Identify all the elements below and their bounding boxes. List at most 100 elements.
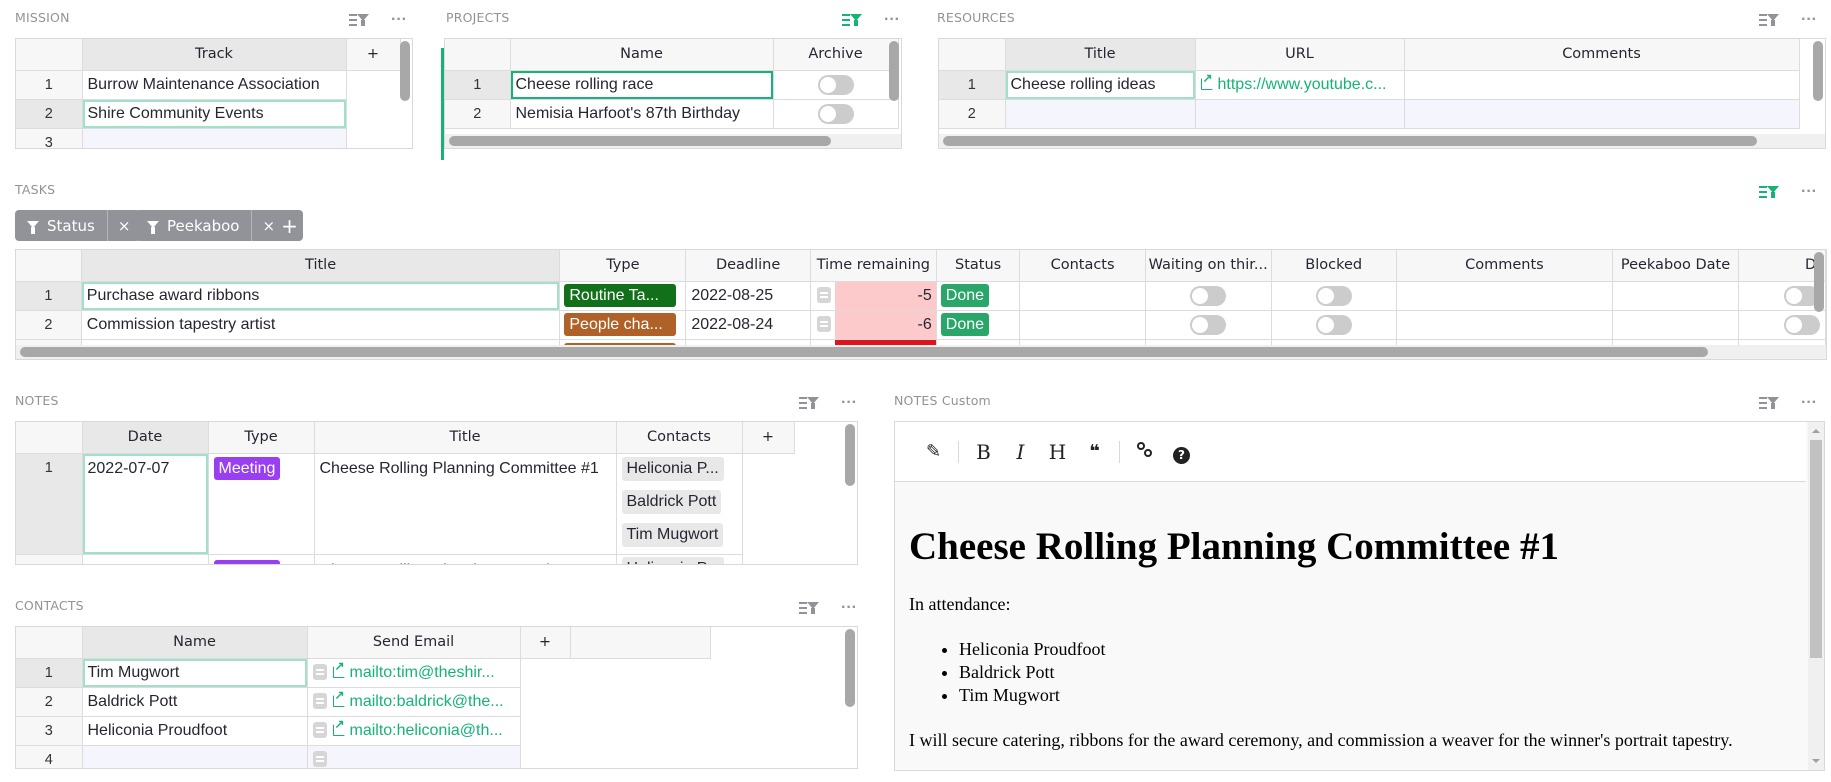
url-cell[interactable] (1195, 99, 1405, 129)
title-cell[interactable]: Cheese Rolling Planning Committee #2 (314, 554, 617, 564)
more-options-icon[interactable]: ··· (1801, 184, 1817, 200)
row-number[interactable]: 3 (16, 128, 83, 148)
blocked-toggle[interactable] (1315, 285, 1352, 306)
comments-cell[interactable] (1404, 70, 1800, 100)
row-number[interactable]: 1 (16, 281, 82, 311)
name-cell[interactable]: Tim Mugwort (82, 658, 308, 688)
column-header-da[interactable]: Da (1738, 250, 1826, 282)
sort-filter-icon[interactable] (1759, 395, 1780, 411)
editor-scrollbar[interactable] (1808, 422, 1824, 770)
date-cell[interactable]: 2022-07-22 (82, 554, 209, 564)
column-header-blocked[interactable]: Blocked (1271, 250, 1397, 282)
row-number[interactable]: 2 (16, 687, 83, 717)
more-options-icon[interactable]: ··· (391, 12, 407, 28)
column-header-title[interactable]: Title (81, 250, 561, 282)
column-header-title[interactable]: Title (1005, 39, 1196, 71)
scroll-up-arrow-icon[interactable] (1812, 429, 1820, 433)
table-row[interactable]: 1 Burrow Maintenance Association (16, 70, 400, 100)
waiting-toggle[interactable] (1190, 285, 1227, 306)
sort-filter-icon[interactable] (842, 12, 863, 28)
email-link[interactable]: mailto:baldrick@the... (350, 693, 504, 710)
title-cell[interactable] (1005, 99, 1196, 129)
add-filter-button[interactable]: + (276, 210, 303, 241)
table-row[interactable]: 3 Heliconia Proudfoot mailto:heliconia@t… (16, 716, 710, 746)
deadline-cell[interactable]: 2022-08-24 (685, 310, 811, 340)
contacts-cell[interactable] (1019, 310, 1146, 340)
column-header-comments[interactable]: Comments (1396, 250, 1614, 282)
contacts-cell[interactable]: Heliconia P... (616, 554, 743, 564)
peekaboo-date-cell[interactable] (1612, 281, 1739, 311)
table-row[interactable]: 1 Tim Mugwort mailto:tim@theshir... (16, 658, 710, 688)
vertical-scrollbar[interactable] (1813, 41, 1823, 101)
scrollbar-thumb[interactable] (1810, 440, 1822, 658)
edit-pencil-icon[interactable]: ✎ (915, 441, 952, 462)
more-options-icon[interactable]: ··· (841, 600, 857, 616)
da-toggle[interactable] (1783, 314, 1820, 335)
title-cell[interactable]: Purchase award ribbons (81, 281, 561, 311)
column-header-contacts[interactable]: Contacts (1019, 250, 1146, 282)
track-cell[interactable] (82, 128, 347, 148)
column-header-url[interactable]: URL (1195, 39, 1405, 71)
quote-button[interactable]: ❝ (1076, 441, 1113, 462)
contact-chip[interactable]: Heliconia P... (621, 456, 724, 481)
column-header-peekaboo-date[interactable]: Peekaboo Date (1612, 250, 1739, 282)
row-number[interactable]: 1 (445, 70, 511, 100)
table-row[interactable]: 1 2022-07-07 Meeting Cheese Rolling Plan… (16, 453, 794, 555)
italic-button[interactable]: I (1002, 440, 1039, 464)
column-header-type[interactable]: Type (559, 250, 687, 282)
note-content[interactable]: Cheese Rolling Planning Committee #1 In … (909, 482, 1794, 770)
table-row[interactable]: 2 Nemisia Harfoot's 87th Birthday (445, 99, 899, 129)
filter-status-button[interactable]: Status (15, 210, 107, 241)
column-header-deadline[interactable]: Deadline (685, 250, 811, 282)
add-column-button[interactable]: + (742, 422, 795, 454)
column-header-archive[interactable]: Archive (773, 39, 899, 71)
column-header-name[interactable]: Name (82, 627, 308, 659)
email-cell[interactable]: mailto:tim@theshir... (307, 658, 521, 688)
table-row[interactable]: 1 Cheese rolling race (445, 70, 899, 100)
row-number[interactable]: 2 (16, 99, 83, 129)
sort-filter-icon[interactable] (799, 600, 820, 616)
email-link[interactable]: mailto:heliconia@th... (350, 722, 503, 739)
column-header-time-remaining[interactable]: Time remaining (810, 250, 937, 282)
contacts-cell[interactable] (1019, 281, 1146, 311)
contacts-cell[interactable]: Heliconia P... Baldrick Pott Tim Mugwort (616, 453, 743, 555)
vertical-scrollbar[interactable] (889, 41, 899, 101)
more-options-icon[interactable]: ··· (1801, 395, 1817, 411)
table-row[interactable]: 2 Shire Community Events (16, 99, 400, 129)
new-row[interactable]: 3 (16, 128, 400, 148)
more-options-icon[interactable]: ··· (884, 12, 900, 28)
table-row[interactable]: 2 2022-07-22 Meeting Cheese Rolling Plan… (16, 554, 794, 564)
row-number[interactable]: 2 (16, 310, 82, 340)
comments-cell[interactable] (1396, 281, 1614, 311)
table-row[interactable]: 1 Cheese rolling ideas https://www.youtu… (939, 70, 1800, 100)
sort-filter-icon[interactable] (799, 395, 820, 411)
external-link-icon[interactable] (332, 717, 345, 736)
date-cell[interactable]: 2022-07-07 (82, 453, 209, 555)
title-cell[interactable]: Cheese Rolling Planning Committee #1 (314, 453, 617, 555)
column-header-waiting[interactable]: Waiting on thir... (1145, 250, 1272, 282)
email-cell[interactable]: mailto:heliconia@th... (307, 716, 521, 746)
filter-peekaboo-button[interactable]: Peekaboo (135, 210, 251, 241)
row-number[interactable]: 4 (16, 745, 83, 768)
help-button[interactable]: ? (1163, 440, 1200, 464)
title-cell[interactable]: Cheese rolling ideas (1005, 70, 1196, 100)
table-row[interactable]: 2 Baldrick Pott mailto:baldrick@the... (16, 687, 710, 717)
vertical-scrollbar[interactable] (400, 41, 410, 101)
markdown-editor[interactable]: ✎ B I H ❝ ? Cheese Rolling Planning Comm… (894, 421, 1825, 771)
external-link-icon[interactable] (332, 659, 345, 678)
title-cell[interactable]: Commission tapestry artist (81, 310, 561, 340)
row-number[interactable]: 1 (939, 70, 1006, 100)
bold-button[interactable]: B (965, 440, 1002, 464)
row-number[interactable]: 1 (16, 453, 83, 555)
add-column-button[interactable]: + (346, 39, 401, 71)
horizontal-scrollbar[interactable] (449, 136, 831, 146)
row-number[interactable]: 2 (939, 99, 1006, 129)
row-number[interactable]: 1 (16, 70, 83, 100)
peekaboo-date-cell[interactable] (1612, 310, 1739, 340)
row-number[interactable]: 1 (16, 658, 83, 688)
row-number[interactable]: 3 (16, 716, 83, 746)
external-link-icon[interactable] (332, 688, 345, 707)
archive-toggle[interactable] (817, 74, 854, 95)
more-options-icon[interactable]: ··· (1801, 12, 1817, 28)
url-link[interactable]: https://www.youtube.c... (1218, 76, 1387, 93)
